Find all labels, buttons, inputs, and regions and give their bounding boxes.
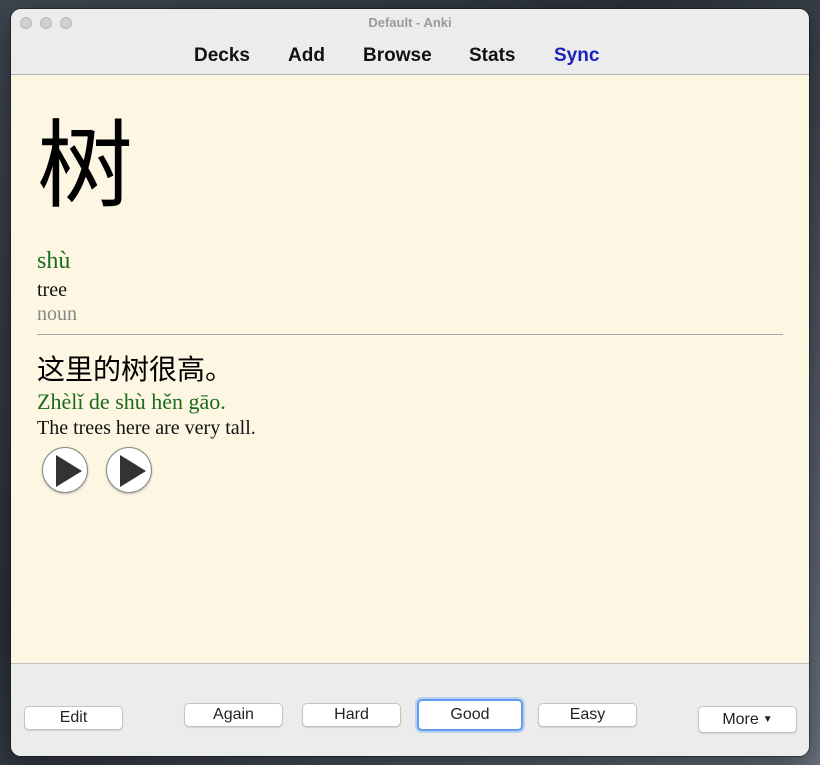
chevron-down-icon: ▼ bbox=[762, 714, 773, 725]
toolbar-decks-link[interactable]: Decks bbox=[194, 45, 250, 67]
easy-button[interactable]: Easy bbox=[538, 703, 637, 727]
toolbar-stats-link[interactable]: Stats bbox=[469, 45, 515, 67]
title-bar: Default - Anki bbox=[11, 9, 809, 37]
toolbar-add-link[interactable]: Add bbox=[288, 45, 325, 67]
play-audio-button-2[interactable] bbox=[106, 447, 152, 493]
play-icon bbox=[120, 455, 146, 487]
card-meaning: tree bbox=[37, 279, 67, 301]
card-review-area: 树 shù tree noun 这里的树很高。 Zhèlǐ de shù hěn… bbox=[11, 75, 809, 663]
card-part-of-speech: noun bbox=[37, 303, 77, 325]
more-button[interactable]: More ▼ bbox=[698, 706, 797, 733]
main-toolbar: Decks Add Browse Stats Sync bbox=[11, 37, 809, 75]
toolbar-sync-link[interactable]: Sync bbox=[554, 45, 599, 67]
play-icon bbox=[56, 455, 82, 487]
play-audio-button-1[interactable] bbox=[42, 447, 88, 493]
card-divider bbox=[37, 334, 783, 335]
answer-bar: Edit Again Hard Good Easy More ▼ bbox=[11, 663, 809, 756]
toolbar-browse-link[interactable]: Browse bbox=[363, 45, 432, 67]
window-title: Default - Anki bbox=[368, 15, 452, 30]
again-button[interactable]: Again bbox=[184, 703, 283, 727]
more-button-label: More bbox=[722, 711, 759, 728]
hard-button[interactable]: Hard bbox=[302, 703, 401, 727]
card-character: 树 bbox=[37, 113, 133, 220]
example-sentence: 这里的树很高。 bbox=[37, 355, 234, 386]
card-pinyin: shù bbox=[37, 248, 71, 274]
anki-window: Default - Anki Decks Add Browse Stats Sy… bbox=[11, 9, 809, 756]
example-sentence-translation: The trees here are very tall. bbox=[37, 417, 256, 439]
example-sentence-pinyin: Zhèlǐ de shù hěn gāo. bbox=[37, 389, 226, 414]
edit-button[interactable]: Edit bbox=[24, 706, 123, 730]
good-button[interactable]: Good bbox=[417, 699, 523, 731]
